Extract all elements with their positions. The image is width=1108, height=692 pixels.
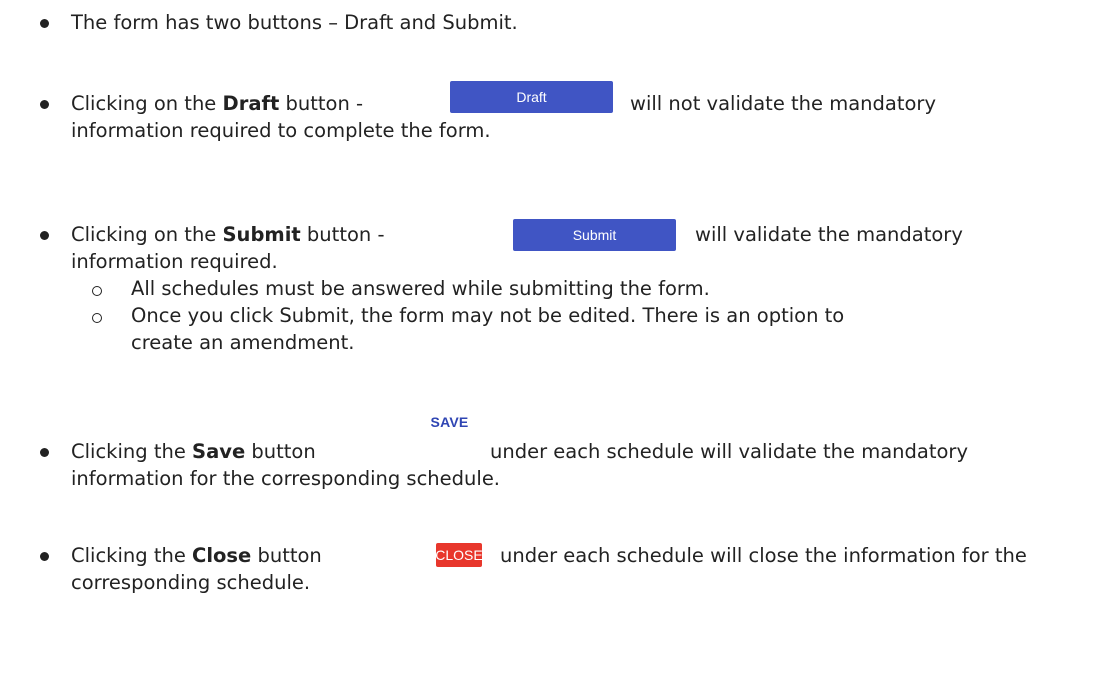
sub-bullet-icon (92, 313, 102, 323)
submit-text-after: button - (300, 223, 385, 246)
save-text-after: button (245, 440, 316, 463)
sub-item-once-submit-line2: create an amendment. (131, 331, 355, 354)
bullet-item-submit-line1: Clicking on the Submit button - (71, 222, 385, 248)
bullet-item-submit-line2: information required. (71, 250, 278, 273)
sub-item-once-submit-line1: Once you click Submit, the form may not … (131, 304, 845, 327)
bullet-item-buttons-intro: The form has two buttons – Draft and Sub… (71, 11, 518, 34)
bullet-item-save-line1: Clicking the Save button (71, 439, 316, 465)
save-bold: Save (192, 440, 246, 463)
close-text-before: Clicking the (71, 544, 193, 567)
bullet-icon (40, 19, 49, 28)
save-text-before: Clicking the (71, 440, 193, 463)
draft-tail: will not validate the mandatory (630, 92, 936, 115)
bullet-item-close-line1: Clicking the Close button (71, 543, 322, 569)
save-tail: under each schedule will validate the ma… (490, 440, 968, 463)
sub-item-all-schedules: All schedules must be answered while sub… (131, 277, 710, 300)
bullet-item-close-line2: corresponding schedule. (71, 571, 311, 594)
bullet-item-draft-line2: information required to complete the for… (71, 119, 491, 142)
close-text-after: button (251, 544, 322, 567)
close-button[interactable]: CLOSE (435, 543, 483, 567)
draft-button[interactable]: Draft (450, 81, 613, 113)
save-button[interactable]: SAVE (426, 409, 473, 435)
submit-button[interactable]: Submit (513, 219, 676, 251)
bullet-icon (40, 448, 49, 457)
close-bold: Close (192, 544, 252, 567)
bullet-icon (40, 100, 49, 109)
bullet-icon (40, 231, 49, 240)
submit-bold: Submit (222, 223, 301, 246)
submit-tail: will validate the mandatory (695, 223, 963, 246)
draft-text-after: button - (279, 92, 364, 115)
draft-text-before: Clicking on the (71, 92, 223, 115)
draft-bold: Draft (222, 92, 280, 115)
submit-text-before: Clicking on the (71, 223, 223, 246)
bullet-item-draft-line1: Clicking on the Draft button - (71, 91, 363, 117)
close-tail: under each schedule will close the infor… (500, 544, 1027, 567)
sub-bullet-icon (92, 286, 102, 296)
bullet-item-save-line2: information for the corresponding schedu… (71, 467, 501, 490)
bullet-icon (40, 552, 49, 561)
